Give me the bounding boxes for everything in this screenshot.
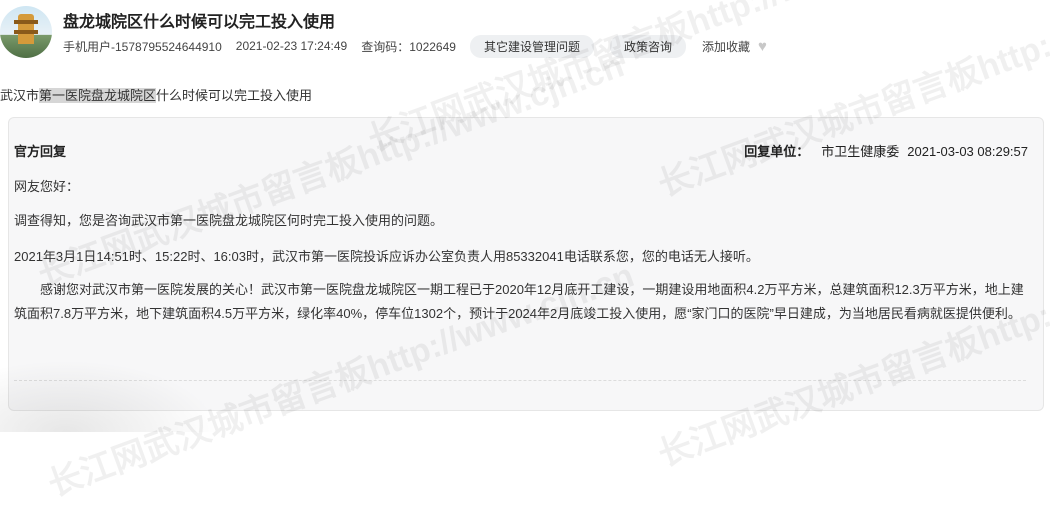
reply-label: 官方回复 (14, 144, 67, 159)
avatar (0, 6, 52, 58)
favorite-button[interactable]: 添加收藏 (702, 38, 750, 55)
reply-paragraph-2: 2021年3月1日14:51时、15:22时、16:03时，武汉市第一医院投诉应… (14, 249, 759, 264)
tower-image (14, 14, 38, 44)
reply-unit: 市卫生健康委 (821, 144, 900, 159)
question-prefix: 武汉市 (0, 88, 40, 103)
reply-divider (14, 380, 1026, 381)
tag-policy[interactable]: 政策咨询 (609, 34, 686, 58)
query-code-label: 查询码： (361, 39, 410, 54)
reply-datetime: 2021-03-03 08:29:57 (907, 144, 1028, 159)
query-code-value: 1022649 (409, 39, 456, 54)
heart-icon[interactable]: ♥ (758, 39, 767, 54)
post-meta: 手机用户-1578795524644910 2021-02-23 17:24:4… (63, 34, 767, 58)
official-reply-panel: 官方回复 回复单位： 市卫生健康委 2021-03-03 08:29:57 网友您好… (8, 117, 1044, 411)
question-highlight: 第一医院盘龙城院区 (39, 88, 157, 103)
author-name: 手机用户-1578795524644910 (63, 39, 222, 54)
question-text: 武汉市第一医院盘龙城院区什么时候可以完工投入使用 (0, 85, 312, 104)
post-header: 盘龙城院区什么时候可以完工投入使用 手机用户-1578795524644910 … (0, 0, 1050, 60)
reply-greeting: 网友您好： (14, 179, 80, 194)
tag-construction[interactable]: 其它建设管理问题 (469, 34, 594, 58)
page-title: 盘龙城院区什么时候可以完工投入使用 (63, 14, 336, 31)
reply-unit-info: 回复单位： 市卫生健康委 2021-03-03 08:29:57 (744, 141, 1028, 160)
post-datetime: 2021-02-23 17:24:49 (235, 39, 348, 53)
reply-paragraph-1: 调查得知，您是咨询武汉市第一医院盘龙城院区何时完工投入使用的问题。 (14, 213, 444, 228)
query-code: 查询码：1022649 (361, 38, 456, 55)
reply-paragraph-3: 感谢您对武汉市第一医院发展的关心！武汉市第一医院盘龙城院区一期工程已于2020年… (14, 282, 1024, 321)
question-suffix: 什么时候可以完工投入使用 (156, 88, 313, 103)
reply-unit-label: 回复单位： (744, 144, 810, 159)
reply-header: 官方回复 回复单位： 市卫生健康委 2021-03-03 08:29:57 (14, 141, 1028, 160)
